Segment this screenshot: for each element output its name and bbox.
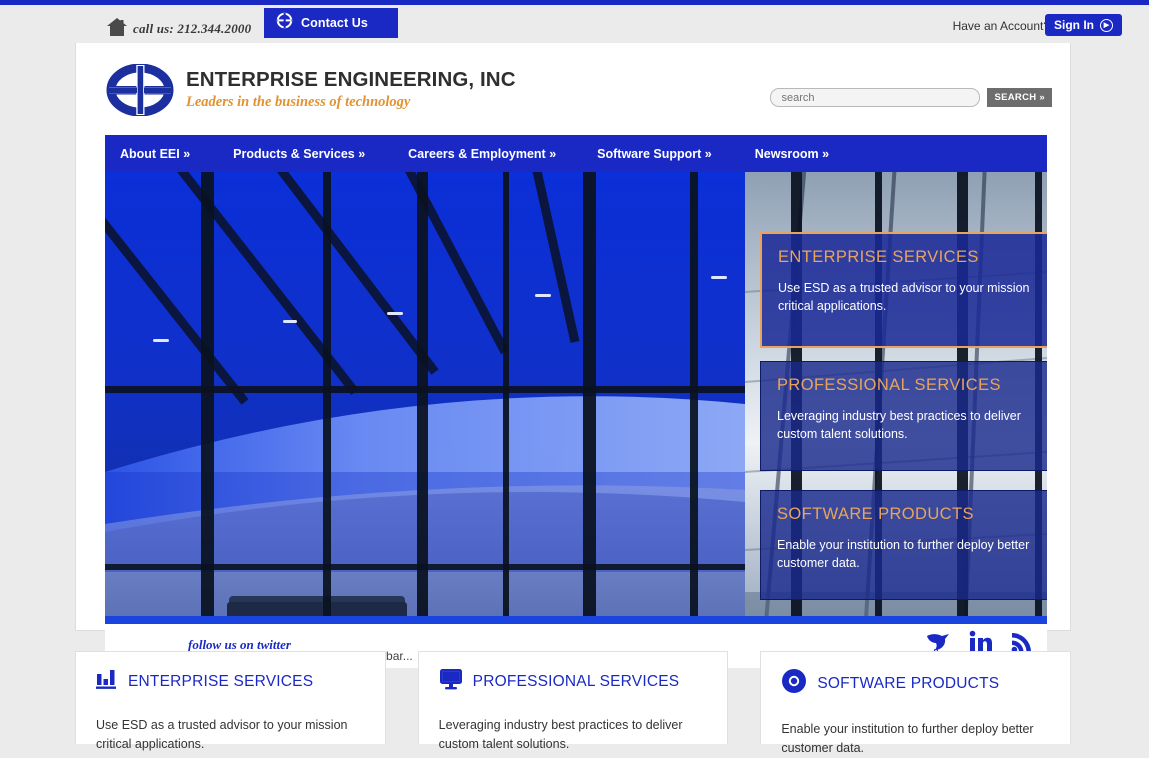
company-name: ENTERPRISE ENGINEERING, INC <box>186 68 516 92</box>
hero-banner: ENTERPRISE SERVICES Use ESD as a trusted… <box>105 172 1047 624</box>
nav-item-products-services[interactable]: Products & Services » <box>233 147 365 161</box>
bar-chart-icon <box>96 668 118 695</box>
play-circle-icon: ▶ <box>1100 18 1113 32</box>
nav-item-careers-employment[interactable]: Careers & Employment » <box>408 147 556 161</box>
utility-bar: call us: 212.344.2000 Contact Us Have an… <box>0 5 1149 43</box>
double-chevron-right-icon: » <box>1039 92 1045 103</box>
eei-logo-icon <box>106 63 174 117</box>
feature-card-title: PROFESSIONAL SERVICES <box>472 672 680 690</box>
primary-navigation: About EEI » Products & Services » Career… <box>105 135 1047 172</box>
feature-card-software-products[interactable]: SOFTWARE PRODUCTS Enable your institutio… <box>760 651 1072 755</box>
monitor-icon <box>439 668 463 695</box>
feature-card-body: Enable your institution to further deplo… <box>781 722 1034 755</box>
nav-item-newsroom[interactable]: Newsroom » <box>755 147 829 161</box>
feature-card-title: SOFTWARE PRODUCTS <box>817 674 1000 692</box>
circle-dot-icon <box>781 668 807 699</box>
feature-card-professional-services[interactable]: PROFESSIONAL SERVICES Leveraging industr… <box>417 651 729 751</box>
main-content-card: ENTERPRISE ENGINEERING, INC Leaders in t… <box>75 43 1071 668</box>
hero-panel-professional-services[interactable]: PROFESSIONAL SERVICES Leveraging industr… <box>760 361 1047 471</box>
feature-card-row: ENTERPRISE SERVICES Use ESD as a trusted… <box>75 651 1072 755</box>
phone-number: call us: 212.344.2000 <box>133 21 252 36</box>
company-tagline: Leaders in the business of technology <box>186 93 411 110</box>
feature-card-enterprise-services[interactable]: ENTERPRISE SERVICES Use ESD as a trusted… <box>75 651 386 751</box>
hero-panel-description: Use ESD as a trusted advisor to your mis… <box>778 281 1030 314</box>
hero-panel-description: Enable your institution to further deplo… <box>777 538 1030 571</box>
hero-panel-title: PROFESSIONAL SERVICES <box>777 376 1001 394</box>
have-account-text: Have an Account? <box>952 19 1050 33</box>
search-button-label: SEARCH <box>994 92 1037 103</box>
nav-item-about-eei[interactable]: About EEI » <box>120 147 190 161</box>
search-area: SEARCH » <box>770 88 1052 107</box>
hero-panel-software-products[interactable]: SOFTWARE PRODUCTS Enable your institutio… <box>760 490 1047 600</box>
sign-in-button[interactable]: Sign In ▶ <box>1045 14 1122 36</box>
hero-panel-title: SOFTWARE PRODUCTS <box>777 505 974 523</box>
home-icon[interactable] <box>106 17 128 37</box>
hero-panel-enterprise-services[interactable]: ENTERPRISE SERVICES Use ESD as a trusted… <box>760 232 1047 348</box>
contact-us-button[interactable]: Contact Us <box>264 8 398 38</box>
hero-panel-description: Leveraging industry best practices to de… <box>777 409 1021 442</box>
hero-panel-list: ENTERPRISE SERVICES Use ESD as a trusted… <box>105 172 1047 624</box>
hero-panel-title: ENTERPRISE SERVICES <box>778 248 979 266</box>
eei-logo-icon <box>276 12 293 34</box>
feature-card-body: Use ESD as a trusted advisor to your mis… <box>96 718 348 751</box>
brand-logo[interactable]: ENTERPRISE ENGINEERING, INC Leaders in t… <box>106 63 516 117</box>
nav-item-software-support[interactable]: Software Support » <box>597 147 712 161</box>
search-input[interactable] <box>770 88 981 107</box>
feature-card-title: ENTERPRISE SERVICES <box>128 672 314 690</box>
sign-in-label: Sign In <box>1054 18 1094 32</box>
search-button[interactable]: SEARCH » <box>987 88 1052 107</box>
contact-us-label: Contact Us <box>301 16 368 30</box>
feature-card-body: Leveraging industry best practices to de… <box>438 718 683 751</box>
